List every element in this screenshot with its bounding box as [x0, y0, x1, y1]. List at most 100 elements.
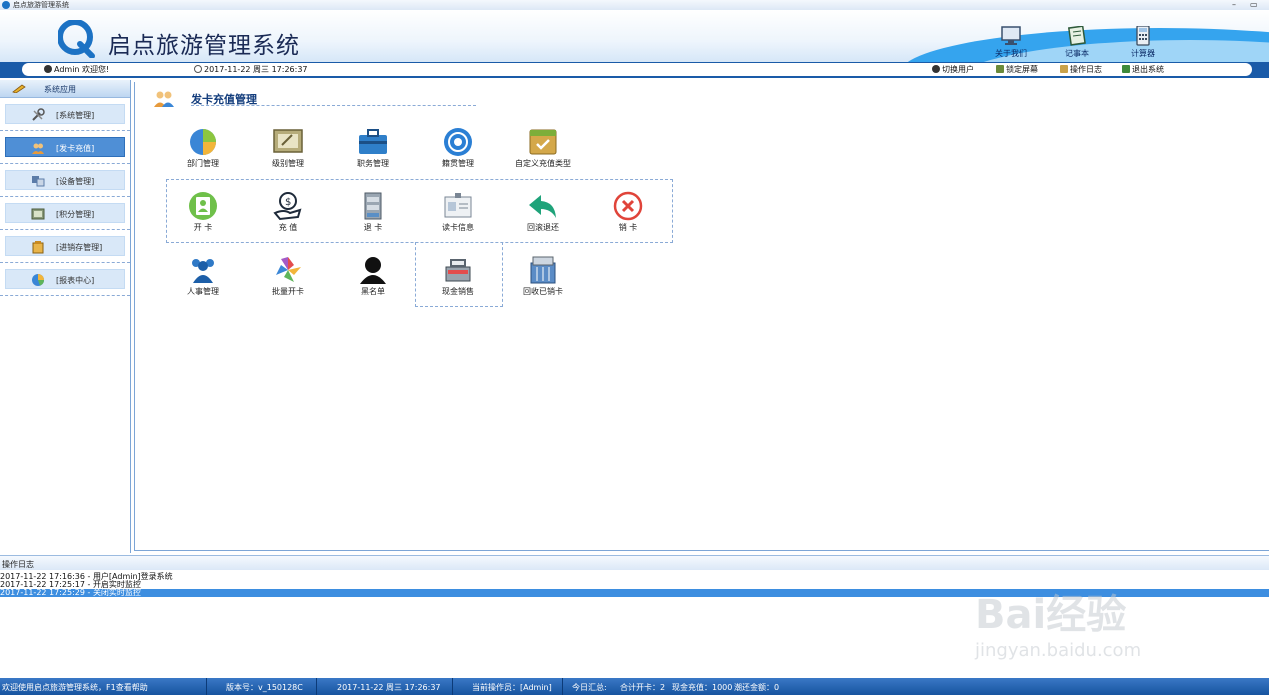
watermark-brand: Bai经验: [975, 592, 1127, 638]
device-icon: [32, 176, 45, 187]
current-user: Admin 欢迎您!: [44, 63, 109, 76]
rollback-icon: [529, 195, 556, 218]
monitor-icon: [1001, 26, 1021, 45]
function-label: 级别管理: [272, 159, 304, 168]
level-icon: [273, 129, 303, 153]
function-label: 退 卡: [363, 223, 383, 232]
function-label: 职务管理: [357, 159, 389, 168]
status-bar: 欢迎使用启点旅游管理系统，F1查看帮助 版本号：v_150128C 2017-1…: [0, 678, 1269, 695]
sidebar-item-label: [设备管理]: [56, 177, 95, 186]
briefcase-icon: [359, 129, 387, 154]
current-datetime-text: 2017-11-22 周三 17:26:37: [204, 65, 308, 74]
pencil-icon: [12, 84, 26, 93]
sidebar: 系统应用 [系统管理] [发卡充值] [设备管理] [积分管理] [进销存管理]…: [0, 80, 131, 553]
custom-recharge-type-button[interactable]: 自定义充值类型: [508, 127, 578, 169]
users-icon: [154, 91, 174, 107]
calculator-button[interactable]: 计算器: [1118, 26, 1168, 59]
pie-chart-icon: [32, 274, 44, 286]
status-operator: 当前操作员：[Admin]: [472, 683, 552, 692]
lock-screen-icon: [996, 65, 1004, 73]
cancel-card-button[interactable]: 销 卡: [593, 191, 663, 233]
function-label: 开 卡: [193, 223, 213, 232]
read-card-info-button[interactable]: 读卡信息: [423, 191, 493, 233]
log-icon: [1060, 65, 1068, 73]
status-separator: [316, 678, 317, 695]
sidebar-item-device[interactable]: [设备管理]: [5, 170, 125, 190]
function-label: 黑名单: [361, 287, 385, 296]
department-management-button[interactable]: 部门管理: [168, 127, 238, 169]
maximize-button[interactable]: ▭: [1250, 0, 1258, 9]
recharge-icon: $: [273, 192, 302, 221]
function-label: 回滚退还: [527, 223, 559, 232]
function-label: 部门管理: [187, 159, 219, 168]
status-separator: [452, 678, 453, 695]
function-label: 批量开卡: [272, 287, 304, 296]
blacklist-button[interactable]: 黑名单: [338, 255, 408, 297]
sidebar-row: [设备管理]: [0, 164, 130, 197]
user-icon: [44, 65, 52, 73]
points-icon: [31, 208, 45, 220]
cancel-card-icon: [613, 191, 643, 221]
department-icon: [190, 129, 216, 155]
status-open-cards: 合计开卡：2: [620, 683, 666, 692]
lock-screen-button[interactable]: 锁定屏幕: [996, 63, 1038, 76]
sidebar-item-system[interactable]: [系统管理]: [5, 104, 125, 124]
read-card-icon: [444, 193, 472, 218]
recharge-button[interactable]: $ 充 值: [253, 191, 323, 233]
sidebar-item-label: [报表中心]: [56, 276, 95, 285]
sidebar-row: [进销存管理]: [0, 230, 130, 263]
baidu-watermark: Bai经验 jingyan.baidu.com: [975, 560, 1215, 670]
function-label: 自定义充值类型: [515, 159, 571, 168]
batch-open-card-button[interactable]: 批量开卡: [253, 255, 323, 297]
status-separator: [562, 678, 563, 695]
sidebar-item-label: [系统管理]: [56, 111, 95, 120]
return-card-icon: [364, 192, 382, 220]
minimize-button[interactable]: –: [1232, 0, 1236, 9]
function-label: 读卡信息: [442, 223, 474, 232]
function-label: 销 卡: [618, 223, 638, 232]
exit-system-label: 退出系统: [1132, 65, 1164, 74]
log-panel-title: 操作日志: [2, 560, 34, 569]
function-label: 充 值: [278, 223, 298, 232]
switch-user-label: 切换用户: [942, 65, 974, 74]
level-management-button[interactable]: 级别管理: [253, 127, 323, 169]
return-card-button[interactable]: 退 卡: [338, 191, 408, 233]
clock-icon: [194, 65, 202, 73]
sidebar-item-points[interactable]: [积分管理]: [5, 203, 125, 223]
cash-register-icon: [445, 259, 471, 282]
switch-user-icon: [932, 65, 940, 73]
about-us-button[interactable]: 关于我们: [986, 26, 1036, 59]
operation-log-button[interactable]: 操作日志: [1060, 63, 1102, 76]
sidebar-item-card-recharge[interactable]: [发卡充值]: [5, 137, 125, 157]
switch-user-button[interactable]: 切换用户: [932, 63, 974, 76]
position-management-button[interactable]: 职务管理: [338, 127, 408, 169]
hometown-management-button[interactable]: 籍贯管理: [423, 127, 493, 169]
exit-system-button[interactable]: 退出系统: [1122, 63, 1164, 76]
function-label: 回收已销卡: [523, 287, 563, 296]
operation-log-label: 操作日志: [1070, 65, 1102, 74]
function-label: 现金销售: [442, 287, 474, 296]
current-datetime: 2017-11-22 周三 17:26:37: [194, 63, 308, 76]
cash-sales-button[interactable]: 现金销售: [423, 255, 493, 297]
sidebar-row: [发卡充值]: [0, 131, 130, 164]
current-user-text: Admin 欢迎您!: [54, 65, 110, 74]
recycle-cancelled-card-button[interactable]: 回收已销卡: [508, 255, 578, 297]
personnel-management-button[interactable]: 人事管理: [168, 255, 238, 297]
personnel-icon: [192, 259, 214, 283]
sidebar-row: [系统管理]: [0, 98, 130, 131]
rollback-return-button[interactable]: 回滚退还: [508, 191, 578, 233]
users-icon: [32, 143, 44, 154]
sidebar-item-label: [积分管理]: [56, 210, 95, 219]
calculator-icon: [1136, 26, 1150, 46]
sidebar-item-reports[interactable]: [报表中心]: [5, 269, 125, 289]
open-card-icon: [189, 192, 217, 220]
sidebar-item-inventory[interactable]: [进销存管理]: [5, 236, 125, 256]
sidebar-item-label: [进销存管理]: [56, 243, 103, 252]
open-card-button[interactable]: 开 卡: [168, 191, 238, 233]
window-title-bar: 启点旅游管理系统 – ▭: [0, 0, 1269, 10]
status-cash-recharge: 现金充值：1000: [672, 683, 733, 692]
tools-icon: [32, 108, 45, 121]
info-bar: Admin 欢迎您! 2017-11-22 周三 17:26:37 切换用户 锁…: [0, 62, 1269, 78]
notebook-icon: [1067, 26, 1086, 46]
notebook-button[interactable]: 记事本: [1052, 26, 1102, 59]
